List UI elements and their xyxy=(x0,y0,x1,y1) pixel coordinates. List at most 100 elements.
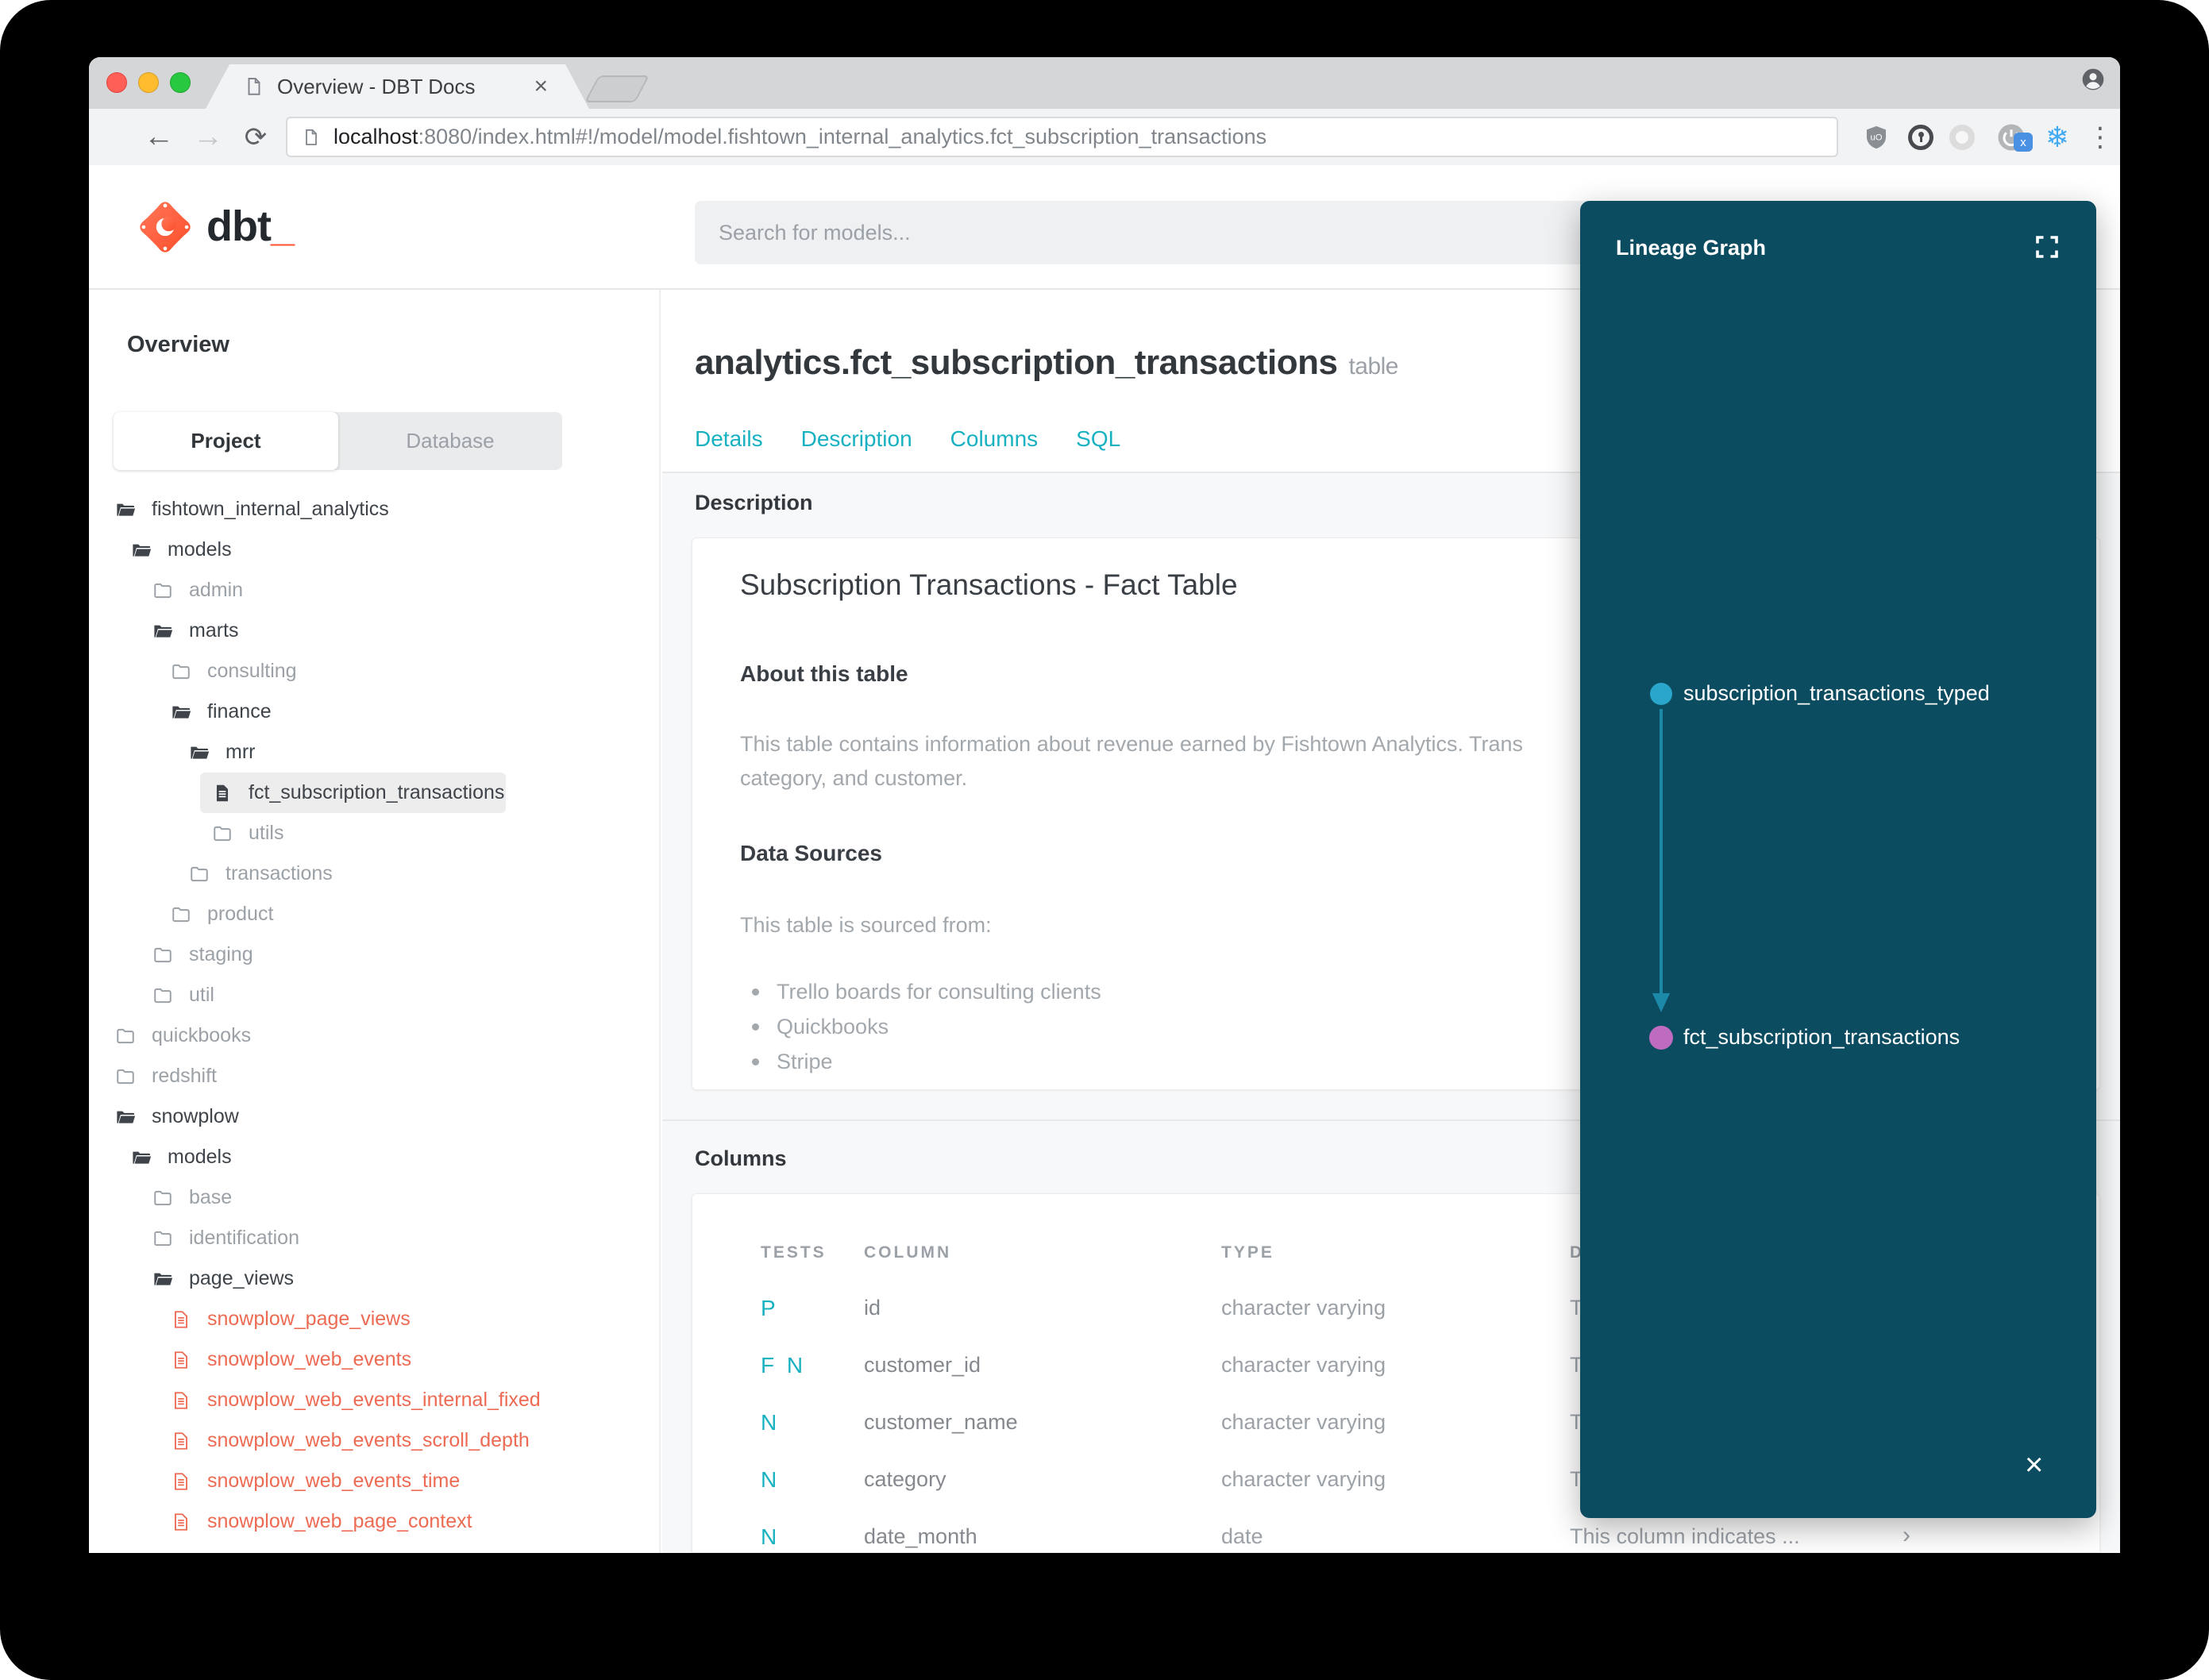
list-item: Quickbooks xyxy=(752,1015,889,1039)
about-heading: About this table xyxy=(740,661,908,686)
data-sources-intro: This table is sourced from: xyxy=(740,913,992,937)
list-item: Stripe xyxy=(752,1050,833,1074)
page-title: analytics.fct_subscription_transactions t… xyxy=(695,343,1398,382)
tab-description[interactable]: Description xyxy=(801,426,912,452)
lineage-node-fct-subscription-transactions[interactable] xyxy=(1649,1026,1673,1050)
folder-open-icon xyxy=(171,702,191,722)
dbt-logo-text: dbt_ xyxy=(206,202,295,250)
tree-item-snowplow-web-events-scroll-depth[interactable]: snowplow_web_events_scroll_depth xyxy=(89,1420,645,1461)
url-text: localhost:8080/index.html#!/model/model.… xyxy=(333,125,1266,149)
lineage-graph-title: Lineage Graph xyxy=(1616,236,1767,260)
tree-item-quickbooks[interactable]: quickbooks xyxy=(89,1015,645,1056)
tree-item-marts[interactable]: marts xyxy=(89,611,645,651)
extension-badge: x xyxy=(2014,133,2033,152)
browser-toolbar: ← → ⟳ localhost:8080/index.html#!/model/… xyxy=(89,109,2120,165)
tab-close-icon[interactable]: × xyxy=(534,75,548,98)
card-title: Subscription Transactions - Fact Table xyxy=(740,568,1238,601)
lineage-edge xyxy=(1660,709,1663,995)
screenshot-backdrop: Overview - DBT Docs × ← → ⟳ localhost:80… xyxy=(0,0,2209,1680)
tree-item-snowplow[interactable]: snowplow xyxy=(89,1096,645,1137)
bullet-icon xyxy=(752,1023,759,1031)
tree-item-redshift[interactable]: redshift xyxy=(89,1056,645,1096)
folder-open-icon xyxy=(115,499,136,520)
folder-closed-icon xyxy=(152,580,173,601)
tab-project[interactable]: Project xyxy=(114,412,338,470)
file-icon xyxy=(212,783,233,803)
tree-item-admin[interactable]: admin xyxy=(89,570,645,611)
tree-item-snowplow-web-events[interactable]: snowplow_web_events xyxy=(89,1339,645,1380)
folder-open-icon xyxy=(152,621,173,642)
fullscreen-icon[interactable] xyxy=(2033,233,2061,261)
tree-item-models[interactable]: models xyxy=(89,1137,645,1177)
tree-item-fishtown-internal-analytics[interactable]: fishtown_internal_analytics xyxy=(89,489,645,530)
tab-details[interactable]: Details xyxy=(695,426,763,452)
snowflake-extension-icon[interactable]: ❄ xyxy=(2039,109,2076,165)
file-icon xyxy=(171,1309,191,1330)
reload-button[interactable]: ⟳ xyxy=(235,109,276,165)
folder-closed-icon xyxy=(212,823,233,844)
tree-item-snowplow-web-events-internal-fixed[interactable]: snowplow_web_events_internal_fixed xyxy=(89,1380,645,1420)
tree-item-consulting[interactable]: consulting xyxy=(89,651,645,692)
tree-item-finance[interactable]: finance xyxy=(89,692,645,732)
file-icon xyxy=(171,1350,191,1370)
tree-item-models[interactable]: models xyxy=(89,530,645,570)
onepassword-extension-icon[interactable] xyxy=(1903,109,1939,165)
overview-heading[interactable]: Overview xyxy=(127,332,229,358)
folder-closed-icon xyxy=(152,1188,173,1208)
tab-title: Overview - DBT Docs xyxy=(277,74,476,98)
file-icon xyxy=(171,1512,191,1532)
description-section-label: Description xyxy=(695,491,813,514)
browser-profile-icon[interactable] xyxy=(2080,67,2106,92)
column-header-type: TYPE xyxy=(1221,1243,1274,1262)
tree-item-util[interactable]: util xyxy=(89,975,645,1015)
power-extension-icon[interactable]: x xyxy=(1993,109,2033,165)
browser-menu-icon[interactable]: ⋮ xyxy=(2082,109,2118,165)
folder-open-icon xyxy=(131,1147,152,1168)
folder-open-icon xyxy=(152,1269,173,1289)
tree-item-base[interactable]: base xyxy=(89,1177,645,1218)
browser-window: Overview - DBT Docs × ← → ⟳ localhost:80… xyxy=(89,57,2120,1553)
lineage-node-subscription-transactions-typed[interactable] xyxy=(1650,683,1672,705)
column-header-column: COLUMN xyxy=(864,1243,952,1262)
tree-item-page-views[interactable]: page_views xyxy=(89,1258,645,1299)
folder-closed-icon xyxy=(152,985,173,1006)
close-icon[interactable]: × xyxy=(2025,1449,2043,1481)
file-icon xyxy=(171,1431,191,1451)
new-tab-button[interactable] xyxy=(584,75,650,102)
folder-open-icon xyxy=(115,1107,136,1127)
tree-item-transactions[interactable]: transactions xyxy=(89,853,645,894)
close-window-button[interactable] xyxy=(106,72,127,93)
chevron-right-icon[interactable]: › xyxy=(1903,1522,1910,1549)
tab-sql[interactable]: SQL xyxy=(1076,426,1120,452)
page-title-suffix: table xyxy=(1348,353,1398,380)
tree-item-identification[interactable]: identification xyxy=(89,1218,645,1258)
address-bar[interactable]: localhost:8080/index.html#!/model/model.… xyxy=(286,117,1838,157)
lineage-node-label[interactable]: fct_subscription_transactions xyxy=(1683,1025,1960,1050)
tree-item-staging[interactable]: staging xyxy=(89,934,645,975)
forward-button: → xyxy=(193,120,223,153)
url-path: :8080/index.html#!/model/model.fishtown_… xyxy=(418,125,1267,148)
url-page-icon xyxy=(302,128,321,147)
tab-database[interactable]: Database xyxy=(338,412,562,470)
minimize-window-button[interactable] xyxy=(138,72,159,93)
tree-item-product[interactable]: product xyxy=(89,894,645,934)
lineage-edge-arrowhead-icon xyxy=(1652,993,1670,1012)
folder-closed-icon xyxy=(152,1228,173,1249)
tab-columns[interactable]: Columns xyxy=(950,426,1038,452)
tree-item-snowplow-page-views[interactable]: snowplow_page_views xyxy=(89,1299,645,1339)
zoom-window-button[interactable] xyxy=(170,72,191,93)
tree-item-utils[interactable]: utils xyxy=(89,813,645,853)
tree-item-fct-subscription-transactions[interactable]: fct_subscription_transactions xyxy=(89,773,645,813)
tree-item-mrr[interactable]: mrr xyxy=(89,732,645,773)
lineage-node-label[interactable]: subscription_transactions_typed xyxy=(1683,681,1990,706)
round-extension-icon[interactable] xyxy=(1944,109,1980,165)
tab-favicon-page-icon xyxy=(244,76,264,97)
folder-closed-icon xyxy=(152,945,173,965)
tree-item-snowplow-web-page-context[interactable]: snowplow_web_page_context xyxy=(89,1501,645,1542)
back-button[interactable]: ← xyxy=(138,109,179,165)
tree-item-snowplow-web-events-time[interactable]: snowplow_web_events_time xyxy=(89,1461,645,1501)
browser-tab[interactable]: Overview - DBT Docs × xyxy=(206,64,589,109)
file-icon xyxy=(171,1390,191,1411)
ublock-extension-icon[interactable] xyxy=(1858,109,1895,165)
url-host: localhost xyxy=(333,125,418,148)
